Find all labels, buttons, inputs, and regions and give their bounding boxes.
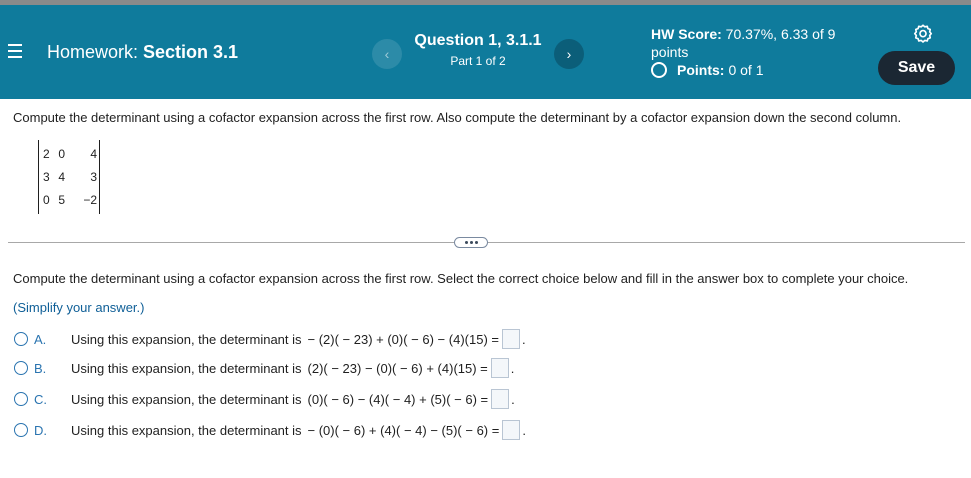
- previous-question-button[interactable]: ‹: [372, 39, 402, 69]
- choice-expression: − (2)( − 23) + (0)( − 6) − (4)(15) =: [307, 331, 499, 347]
- part-prompt: Compute the determinant using a cofactor…: [13, 271, 909, 286]
- radio-button[interactable]: [14, 332, 28, 346]
- answer-period: .: [522, 422, 526, 438]
- next-question-button[interactable]: ›: [554, 39, 584, 69]
- matrix-cell: 5: [58, 192, 65, 207]
- choice-letter: B.: [34, 360, 47, 376]
- radio-button[interactable]: [14, 392, 28, 406]
- points-circle-icon: [651, 62, 667, 78]
- homework-title: Homework: Section 3.1: [47, 41, 238, 63]
- answer-period: .: [521, 331, 526, 347]
- homework-section: Section 3.1: [143, 42, 239, 62]
- choice-letter: A.: [34, 331, 47, 347]
- matrix-cell: 2: [43, 146, 50, 161]
- points-status: Points: 0 of 1: [651, 61, 763, 79]
- choice-expression: − (0)( − 6) + (4)( − 4) − (5)( − 6) =: [307, 422, 500, 438]
- settings-gear-icon[interactable]: [912, 23, 934, 45]
- hw-score-label: HW Score:: [651, 26, 722, 42]
- points-label: Points:: [677, 62, 725, 78]
- matrix-cell: 0: [58, 146, 65, 161]
- choice-letter: D.: [34, 422, 47, 438]
- choice-b[interactable]: B. Using this expansion, the determinant…: [14, 357, 514, 379]
- matrix-cell: 4: [90, 146, 97, 161]
- question-info: Question 1, 3.1.1 Part 1 of 2: [400, 31, 556, 69]
- choice-expression: (2)( − 23) − (0)( − 6) + (4)(15) =: [307, 360, 488, 376]
- answer-period: .: [510, 360, 515, 376]
- homework-title-prefix: Homework:: [47, 42, 144, 62]
- choice-a[interactable]: A. Using this expansion, the determinant…: [14, 328, 526, 350]
- points-value: 0 of 1: [728, 62, 764, 78]
- matrix-cell: 3: [43, 169, 50, 184]
- assignment-header: Homework: Section 3.1 ‹ Question 1, 3.1.…: [0, 5, 971, 99]
- matrix-row: 3 4 3: [43, 165, 97, 188]
- choice-c[interactable]: C. Using this expansion, the determinant…: [14, 388, 515, 410]
- choice-text: Using this expansion, the determinant is: [71, 331, 302, 347]
- save-button[interactable]: Save: [878, 51, 955, 85]
- choice-text: Using this expansion, the determinant is: [71, 391, 302, 407]
- hw-score: HW Score: 70.37%, 6.33 of 9 points: [651, 25, 861, 61]
- question-part: Part 1 of 2: [450, 54, 506, 68]
- question-title: Question 1, 3.1.1: [414, 32, 542, 49]
- choice-expression: (0)( − 6) − (4)( − 4) + (5)( − 6) =: [307, 391, 489, 407]
- matrix-cell: 3: [90, 169, 97, 184]
- choice-d[interactable]: D. Using this expansion, the determinant…: [14, 419, 526, 441]
- radio-button[interactable]: [14, 361, 28, 375]
- answer-box[interactable]: [501, 329, 520, 349]
- hamburger-menu-icon[interactable]: [8, 44, 24, 58]
- determinant-matrix: 2 0 4 3 4 3 0 5 −2: [38, 140, 100, 214]
- matrix-row: 2 0 4: [43, 142, 97, 165]
- answer-box[interactable]: [491, 389, 510, 409]
- matrix-cell: 0: [43, 192, 50, 207]
- answer-period: .: [511, 391, 515, 407]
- matrix-cell: 4: [58, 169, 65, 184]
- answer-box[interactable]: [502, 420, 521, 440]
- choice-text: Using this expansion, the determinant is: [71, 360, 302, 376]
- answer-box[interactable]: [490, 358, 509, 378]
- choice-text: Using this expansion, the determinant is: [71, 422, 302, 438]
- simplify-hint: (Simplify your answer.): [13, 300, 145, 315]
- radio-button[interactable]: [14, 423, 28, 437]
- matrix-row: 0 5 −2: [43, 188, 97, 211]
- expand-more-button[interactable]: [454, 237, 488, 248]
- matrix-cell: −2: [83, 192, 97, 207]
- choice-letter: C.: [34, 391, 47, 407]
- problem-prompt: Compute the determinant using a cofactor…: [13, 110, 902, 125]
